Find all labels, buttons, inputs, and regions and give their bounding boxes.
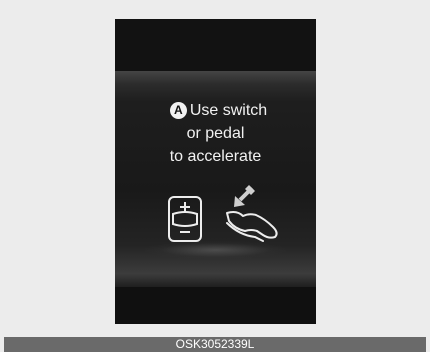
message-line-2: or pedal xyxy=(186,125,245,142)
cluster-display: A Use switch or pedal to accelerate xyxy=(115,19,316,324)
callout-badge: A xyxy=(169,102,187,119)
accelerator-pedal-icon xyxy=(226,185,278,242)
message-line-1: Use switch xyxy=(189,102,268,119)
figure-frame: A Use switch or pedal to accelerate xyxy=(4,4,426,337)
display-reflection xyxy=(145,241,286,259)
plus-minus-switch-icon xyxy=(168,196,202,242)
message-line-3: to accelerate xyxy=(169,148,262,165)
accelerate-message: A Use switch or pedal to accelerate xyxy=(115,99,316,168)
figure-caption: OSK3052339L xyxy=(4,337,426,352)
display-lower-area xyxy=(115,287,316,324)
